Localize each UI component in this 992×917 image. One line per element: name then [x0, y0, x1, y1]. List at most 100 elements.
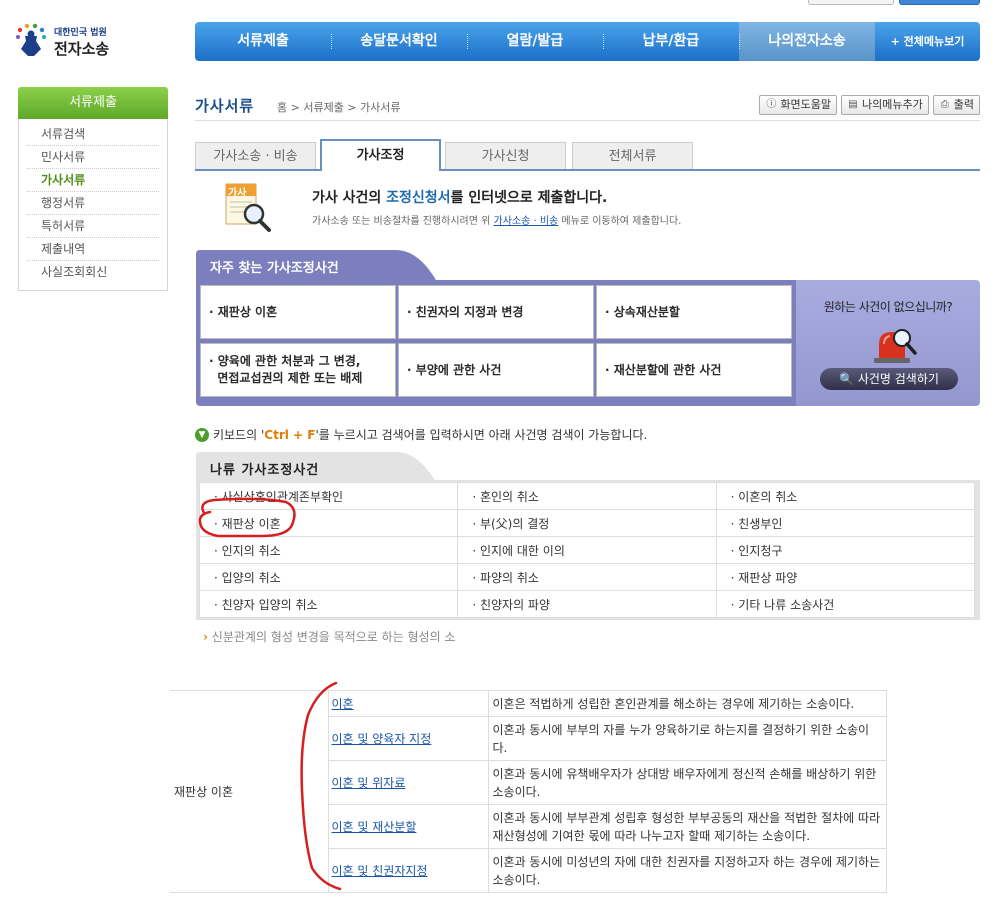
- sidebar-item-fact-inquiry[interactable]: 사실조회회신: [27, 261, 159, 284]
- court-emblem-icon: [16, 23, 46, 56]
- breadcrumb: 홈 > 서류제출 > 가사서류: [277, 101, 401, 114]
- category-title: 나류 가사조정사건: [210, 463, 320, 478]
- page-title: 가사서류: [195, 97, 255, 115]
- all-menu-button[interactable]: + 전체메뉴보기: [875, 22, 980, 61]
- detail-link[interactable]: 이혼 및 친권자지정: [332, 864, 428, 878]
- category-table: · 사실상혼인관계존부확인 · 혼인의 취소 · 이혼의 취소 · 재판상 이혼…: [198, 482, 976, 618]
- sidebar: 서류제출 서류검색 민사서류 가사서류 행정서류 특허서류 제출내역 사실조회회…: [18, 87, 168, 291]
- category-item[interactable]: · 기타 나류 소송사건: [715, 590, 976, 618]
- sidebar-item-patent[interactable]: 특허서류: [27, 215, 159, 238]
- detail-link[interactable]: 이혼: [332, 697, 354, 711]
- category-item[interactable]: · 친양자의 파양: [457, 590, 717, 618]
- bookmark-icon: ▤: [848, 99, 858, 110]
- family-litigation-link[interactable]: 가사소송 · 비송: [494, 216, 559, 227]
- tab-bar: 가사소송 · 비송 가사조정 가사신청 전체서류: [195, 139, 980, 171]
- category-box: · 사실상혼인관계존부확인 · 혼인의 취소 · 이혼의 취소 · 재판상 이혼…: [196, 480, 980, 620]
- detail-desc: 이혼과 동시에 유책배우자가 상대방 배우자에게 정신적 손해를 배상하기 위한…: [487, 760, 887, 805]
- nav-item-my-lawsuit[interactable]: 나의전자소송: [739, 22, 875, 61]
- intro-sub-post: 메뉴로 이동하여 제출합니다.: [558, 216, 682, 227]
- detail-row-head: 재판상 이혼: [170, 690, 329, 893]
- case-name-search-label: 사건명 검색하기: [857, 372, 939, 386]
- frequent-item[interactable]: · 재산분할에 관한 사건: [596, 343, 792, 397]
- category-note: › 신분관계의 형성 변경을 목적으로 하는 형성의 소: [203, 628, 455, 645]
- category-note-text: 신분관계의 형성 변경을 목적으로 하는 형성의 소: [211, 630, 456, 644]
- category-item[interactable]: · 인지에 대한 이의: [457, 536, 717, 564]
- tab-family-application[interactable]: 가사신청: [445, 142, 566, 169]
- main-navigation: 서류제출 송달문서확인 열람/발급 납부/환급 나의전자소송 + 전체메뉴보기: [195, 22, 980, 61]
- nav-item-delivery[interactable]: 송달문서확인: [331, 22, 467, 61]
- site-logo[interactable]: 대한민국 법원 전자소송: [14, 22, 124, 62]
- category-item[interactable]: · 인지의 취소: [198, 536, 459, 564]
- category-item[interactable]: · 파양의 취소: [457, 563, 717, 591]
- table-row: · 입양의 취소 · 파양의 취소 · 재판상 파양: [198, 563, 976, 591]
- detail-link[interactable]: 이혼 및 위자료: [332, 776, 406, 790]
- table-row: · 재판상 이혼 · 부(父)의 결정 · 친생부인: [198, 509, 976, 537]
- frequent-title: 자주 찾는 가사조정사건: [210, 261, 339, 276]
- top-utility-button[interactable]: [808, 0, 894, 5]
- add-my-menu-label: 나의메뉴추가: [862, 98, 923, 111]
- title-divider: [195, 120, 980, 121]
- intro-title-post: 를 인터넷으로 제출합니다.: [450, 190, 608, 206]
- case-search-question: 원하는 사건이 없으십니까?: [823, 300, 953, 314]
- frequent-item[interactable]: · 재판상 이혼: [200, 285, 396, 339]
- logo-name: 전자소송: [54, 40, 110, 58]
- help-button[interactable]: ⓘ 화면도움말: [759, 95, 838, 115]
- page-tools: ⓘ 화면도움말 ▤ 나의메뉴추가 ⎙ 출력: [759, 95, 980, 115]
- sidebar-item-civil[interactable]: 민사서류: [27, 146, 159, 169]
- tab-family-mediation[interactable]: 가사조정: [320, 139, 441, 171]
- category-item[interactable]: · 친생부인: [715, 509, 976, 537]
- frequent-item[interactable]: · 양육에 관한 처분과 그 변경, 면접교섭권의 제한 또는 배제: [200, 343, 396, 397]
- intro-title-pre: 가사 사건의: [312, 190, 387, 206]
- sidebar-item-administrative[interactable]: 행정서류: [27, 192, 159, 215]
- chevron-right-icon: ›: [203, 630, 208, 644]
- siren-magnifier-icon: [874, 329, 917, 363]
- case-search-panel: 원하는 사건이 없으십니까? 🔍 사건명 검색하기: [796, 280, 980, 406]
- sidebar-item-search[interactable]: 서류검색: [27, 123, 159, 146]
- detail-table: 재판상 이혼 이혼 이혼은 적법하게 성립한 혼인관계를 해소하는 경우에 제기…: [170, 690, 887, 893]
- add-my-menu-button[interactable]: ▤ 나의메뉴추가: [841, 95, 929, 115]
- tab-family-litigation[interactable]: 가사소송 · 비송: [195, 142, 316, 169]
- top-utility-button-blue[interactable]: [899, 0, 980, 5]
- category-item[interactable]: · 재판상 파양: [715, 563, 976, 591]
- nav-item-payment[interactable]: 납부/환급: [603, 22, 739, 61]
- sidebar-item-history[interactable]: 제출내역: [27, 238, 159, 261]
- print-label: 출력: [953, 98, 974, 111]
- keyboard-hint-post: '를 누르시고 검색어를 입력하시면 아래 사건명 검색이 가능합니다.: [315, 428, 648, 442]
- category-item[interactable]: · 이혼의 취소: [715, 482, 976, 510]
- tab-all-documents[interactable]: 전체서류: [572, 142, 693, 169]
- sidebar-item-family[interactable]: 가사서류: [27, 169, 159, 192]
- nav-item-submit[interactable]: 서류제출: [195, 22, 331, 61]
- info-icon: ⓘ: [766, 99, 777, 110]
- detail-desc: 이혼과 동시에 미성년의 자에 대한 친권자를 지정하고자 하는 경우에 제기하…: [487, 848, 887, 893]
- detail-desc: 이혼과 동시에 부부의 자를 누가 양육하기로 하는지를 결정하기 위한 소송이…: [487, 716, 887, 761]
- intro-sub-pre: 가사소송 또는 비송절차를 진행하시려면 위: [312, 216, 494, 227]
- sidebar-title: 서류제출: [18, 87, 168, 119]
- nav-item-view-issue[interactable]: 열람/발급: [467, 22, 603, 61]
- printer-icon: ⎙: [940, 99, 949, 110]
- detail-desc: 이혼은 적법하게 성립한 혼인관계를 해소하는 경우에 제기하는 소송이다.: [487, 690, 887, 717]
- category-item[interactable]: · 친양자 입양의 취소: [198, 590, 459, 618]
- arrow-down-icon: ▼: [195, 427, 209, 442]
- category-item[interactable]: · 사실상혼인관계존부확인: [198, 482, 459, 510]
- frequent-item[interactable]: · 부양에 관한 사건: [398, 343, 594, 397]
- intro-title: 가사 사건의 조정신청서를 인터넷으로 제출합니다.: [312, 187, 607, 207]
- document-icon-label: 가사: [228, 188, 247, 199]
- logo-org: 대한민국 법원: [54, 28, 107, 38]
- table-row: · 친양자 입양의 취소 · 친양자의 파양 · 기타 나류 소송사건: [198, 590, 976, 618]
- category-item[interactable]: · 부(父)의 결정: [457, 509, 717, 537]
- category-item[interactable]: · 혼인의 취소: [457, 482, 717, 510]
- case-name-search-button[interactable]: 🔍 사건명 검색하기: [820, 368, 958, 390]
- category-item[interactable]: · 재판상 이혼: [198, 509, 459, 537]
- category-item[interactable]: · 인지청구: [715, 536, 976, 564]
- intro-title-highlight: 조정신청서: [386, 190, 451, 206]
- detail-link[interactable]: 이혼 및 재산분할: [332, 820, 417, 834]
- table-row: · 인지의 취소 · 인지에 대한 이의 · 인지청구: [198, 536, 976, 564]
- print-button[interactable]: ⎙ 출력: [932, 95, 980, 115]
- table-row: · 사실상혼인관계존부확인 · 혼인의 취소 · 이혼의 취소: [198, 482, 976, 510]
- category-item[interactable]: · 입양의 취소: [198, 563, 459, 591]
- frequent-item[interactable]: · 친권자의 지정과 변경: [398, 285, 594, 339]
- frequent-grid: · 재판상 이혼 · 친권자의 지정과 변경 · 상속재산분할 · 양육에 관한…: [200, 285, 792, 397]
- frequent-item[interactable]: · 상속재산분할: [596, 285, 792, 339]
- detail-link[interactable]: 이혼 및 양육자 지정: [332, 732, 432, 746]
- intro-subtitle: 가사소송 또는 비송절차를 진행하시려면 위 가사소송 · 비송 메뉴로 이동하…: [312, 212, 681, 227]
